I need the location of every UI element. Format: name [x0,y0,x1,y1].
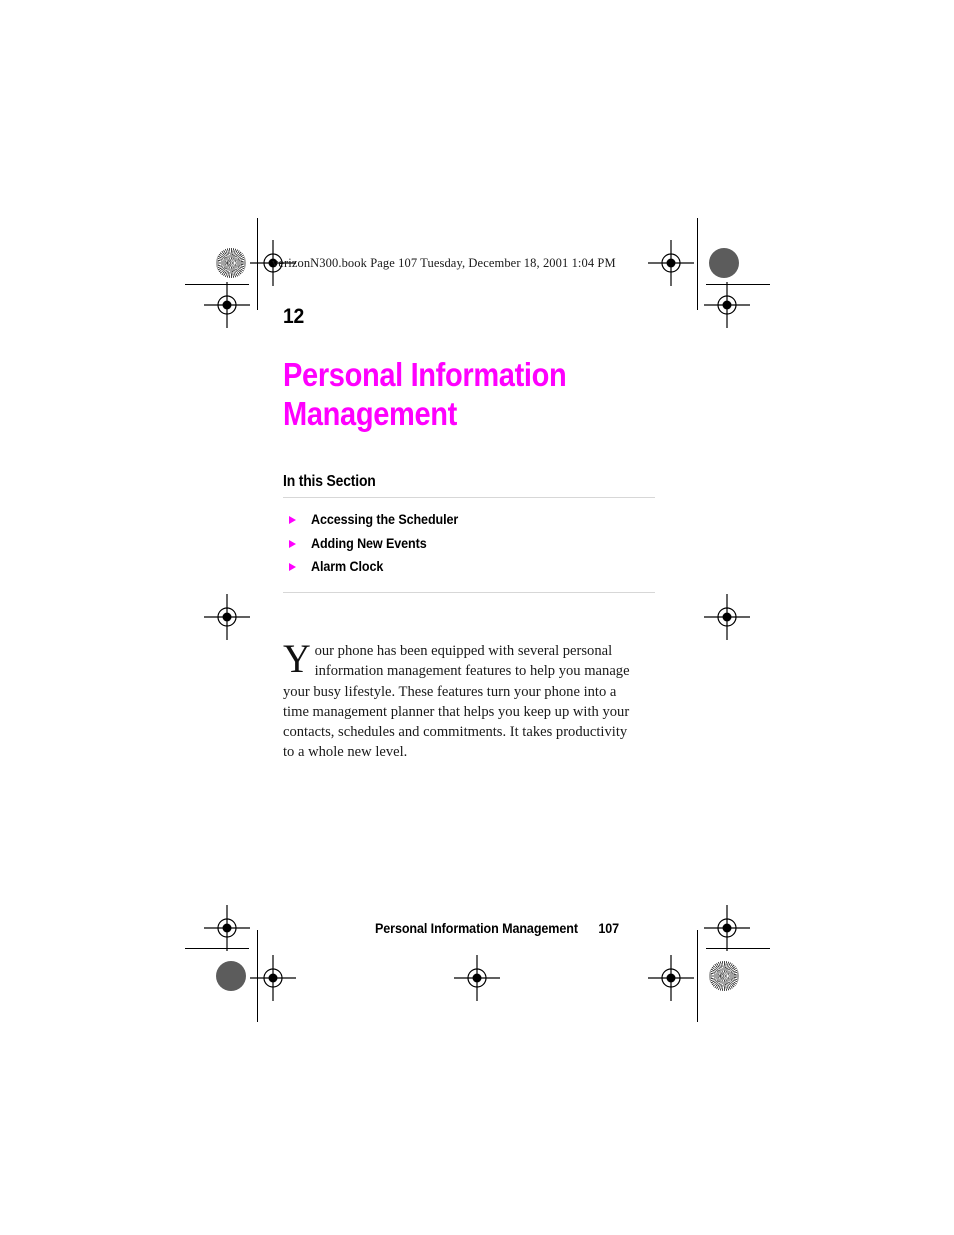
section-heading: In this Section [283,473,376,490]
page-footer: Personal Information Management 107 [375,921,619,936]
triangle-right-icon [289,516,296,524]
triangle-right-icon [289,563,296,571]
density-dot-icon [216,961,246,991]
section-rule-top [283,497,655,498]
registration-crosshair-icon [704,282,750,328]
star-target-icon [216,248,246,278]
section-rule-bottom [283,592,655,593]
trim-line-icon [697,930,698,1022]
list-item-label: Alarm Clock [311,559,384,575]
list-item-label: Accessing the Scheduler [311,512,459,528]
triangle-right-icon [289,539,296,548]
registration-crosshair-icon [648,955,694,1001]
footer-title: Personal Information Management [375,921,578,936]
registration-crosshair-icon [250,955,296,1001]
list-item-label: Adding New Events [311,535,427,551]
printed-page: verizonN300.book Page 107 Tuesday, Decem… [0,0,954,1235]
drop-cap: Y [283,636,311,681]
trim-line-icon [185,948,249,949]
intro-paragraph: Your phone has been equipped with severa… [283,636,640,763]
registration-crosshair-icon [454,955,500,1001]
intro-body: our phone has been equipped with several… [283,642,630,761]
chapter-number: 12 [283,305,304,328]
registration-crosshair-icon [704,594,750,640]
running-head: verizonN300.book Page 107 Tuesday, Decem… [272,256,616,270]
registration-crosshair-icon [204,594,250,640]
list-item[interactable]: Accessing the Scheduler [289,508,659,532]
in-this-section-list: Accessing the Scheduler Adding New Event… [289,508,659,579]
list-item[interactable]: Alarm Clock [289,555,659,579]
registration-crosshair-icon [204,905,250,951]
star-target-icon [709,961,739,991]
density-dot-icon [709,248,739,278]
list-item[interactable]: Adding New Events [289,532,659,556]
page-title: Personal Information Management [283,356,567,432]
footer-page-number: 107 [598,921,620,936]
trim-line-icon [706,948,770,949]
registration-crosshair-icon [648,240,694,286]
registration-crosshair-icon [704,905,750,951]
registration-crosshair-icon [204,282,250,328]
trim-line-icon [697,218,698,310]
